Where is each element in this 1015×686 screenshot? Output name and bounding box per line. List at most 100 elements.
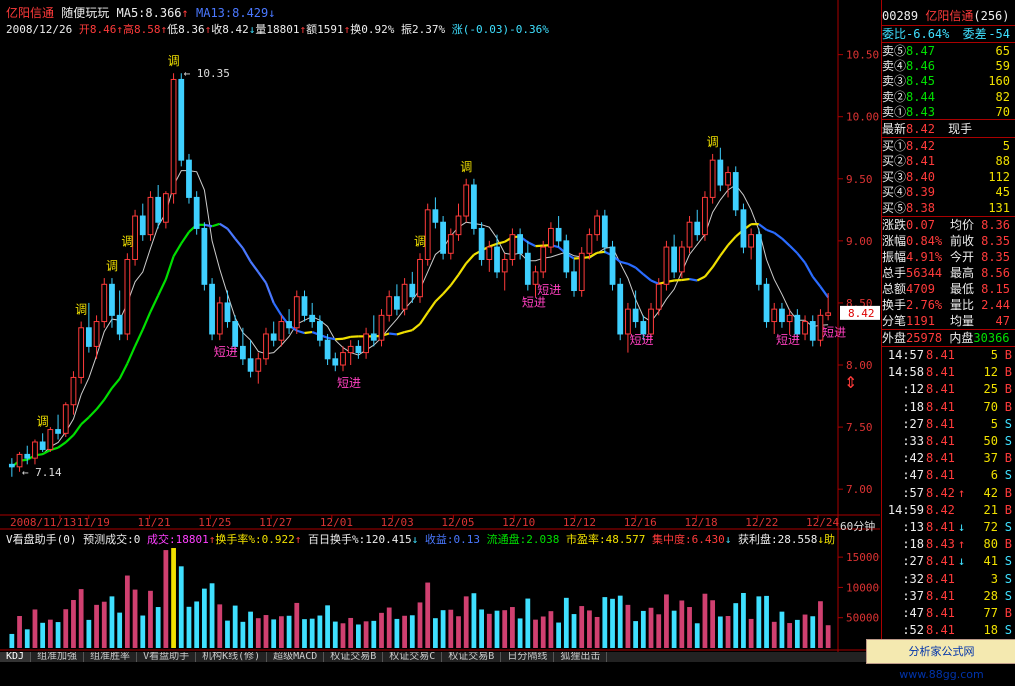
candle-body xyxy=(549,228,554,247)
min-price-label: ← 7.14 xyxy=(22,466,62,479)
candle-body xyxy=(772,309,777,321)
volume-bar xyxy=(86,620,91,648)
stat-label: 最高 xyxy=(950,265,974,281)
x-tick-label: 12/03 xyxy=(381,516,414,529)
tab-item[interactable]: 狐狸出击 xyxy=(554,652,607,662)
ask-price: 8.44 xyxy=(906,90,935,104)
tab-item[interactable]: V看盘助手 xyxy=(137,652,196,662)
volume-bar xyxy=(595,617,600,648)
tick-row: :478.4177B xyxy=(882,605,1015,622)
volume-bar xyxy=(410,615,415,648)
candle-body xyxy=(741,210,746,247)
tick-price: 8.41 xyxy=(926,364,955,381)
panel-stock-name: 亿阳信通 xyxy=(925,9,973,23)
latest-row: 最新8.42 现手 xyxy=(882,121,1015,137)
volume-bar xyxy=(610,599,615,648)
candle-body xyxy=(63,405,68,434)
volume-bar xyxy=(626,605,631,648)
volume-bar xyxy=(633,621,638,648)
volume-bar xyxy=(9,634,14,648)
bid-row: 买②8.4188 xyxy=(882,153,1015,169)
tick-row: :278.41↓41S xyxy=(882,553,1015,570)
tab-item[interactable]: 机构K线(修) xyxy=(196,652,267,662)
tab-item[interactable]: 组准胜率 xyxy=(84,652,137,662)
candle-body xyxy=(364,334,369,353)
ma13-segment xyxy=(597,252,605,253)
candle-body xyxy=(110,284,115,315)
latest-price: 8.42 xyxy=(906,122,935,136)
tick-side: S xyxy=(1005,433,1012,450)
volume-bar xyxy=(217,604,222,648)
resize-arrow-icon: ⇕ xyxy=(844,373,857,392)
ask-label: 卖⑤ xyxy=(882,44,906,58)
tick-arrow-icon: ↓ xyxy=(958,519,965,536)
chart-area[interactable]: 10.5010.009.509.008.508.007.507.00150000… xyxy=(0,0,880,662)
volume-bar xyxy=(156,607,161,648)
candle-body xyxy=(418,259,423,296)
stat-row: 振幅4.91%今开8.35 xyxy=(882,249,1015,265)
ma13-segment xyxy=(682,279,690,280)
candle-body xyxy=(564,241,569,272)
tick-volume: 50 xyxy=(984,433,998,450)
volume-bar xyxy=(341,623,346,648)
candlestick-chart[interactable]: 10.5010.009.509.008.508.007.507.00150000… xyxy=(0,0,880,662)
tick-time: :13 xyxy=(902,519,924,536)
stat-label: 今开 xyxy=(950,249,974,265)
candle-body xyxy=(156,197,161,222)
volume-bar xyxy=(348,618,353,648)
volume-bar xyxy=(672,611,677,648)
bar-change: 涨(-0.03)-0.36% xyxy=(452,23,549,36)
volume-bar xyxy=(464,596,469,648)
signal-label: 调 xyxy=(106,259,118,273)
stat-value: 0.07 xyxy=(906,218,935,232)
formula-name: 随便玩玩 xyxy=(61,6,109,20)
volume-bar xyxy=(741,593,746,648)
tick-volume: 41 xyxy=(984,553,998,570)
tick-price: 8.42 xyxy=(926,502,955,519)
tick-price: 8.41 xyxy=(926,381,955,398)
bid-volume: 131 xyxy=(988,200,1010,216)
volume-indicator-bar: V看盘助手(0) 预测成交:0 成交:18801↑换手率%:0.922↑ 百日换… xyxy=(6,531,835,547)
candle-body xyxy=(94,322,99,347)
latest-hand-label: 现手 xyxy=(948,122,972,136)
tab-item[interactable]: KDJ xyxy=(0,652,31,662)
profit-arrow-icon: ↓ xyxy=(817,533,824,546)
header-line-1: 亿阳信通 随便玩玩 MA5:8.366↑ MA13:8.429↓ xyxy=(6,4,275,21)
volume-bar xyxy=(395,619,400,648)
tick-price: 8.41 xyxy=(926,399,955,416)
tab-item[interactable]: 权证交易C xyxy=(383,652,442,662)
tick-price: 8.41 xyxy=(926,519,955,536)
volume-bar xyxy=(718,616,723,648)
candle-body xyxy=(187,160,192,197)
ask-row: 卖⑤8.4765 xyxy=(882,43,1015,59)
volume-bar xyxy=(233,606,238,648)
tab-item[interactable]: 权证交易B xyxy=(442,652,501,662)
volume-bar xyxy=(248,612,253,648)
volume-bar xyxy=(502,610,507,648)
tab-item[interactable]: 超级MACD xyxy=(267,652,324,662)
tick-time: 14:58 xyxy=(888,364,924,381)
tick-arrow-icon: ↓ xyxy=(958,553,965,570)
candle-body xyxy=(649,309,654,334)
x-tick-label: 11/19 xyxy=(77,516,110,529)
tab-item[interactable]: 组准加强 xyxy=(31,652,84,662)
tick-side: B xyxy=(1005,347,1012,364)
tab-item[interactable]: 日分隔线 xyxy=(501,652,554,662)
bid-volume: 5 xyxy=(1003,138,1010,154)
volume-bar xyxy=(433,618,438,648)
x-tick-label: 12/24 xyxy=(806,516,839,529)
tick-side: S xyxy=(1005,588,1012,605)
vol-tick-label: 100000 xyxy=(846,581,880,594)
tick-time: 14:59 xyxy=(888,502,924,519)
tick-time: :12 xyxy=(902,381,924,398)
candle-body xyxy=(795,315,800,334)
volume-bar xyxy=(618,596,623,648)
ask-volume: 82 xyxy=(996,89,1010,105)
candle-body xyxy=(626,309,631,334)
tab-item[interactable]: 权证交易B xyxy=(324,652,383,662)
volume-bar xyxy=(795,620,800,648)
tick-side: B xyxy=(1005,399,1012,416)
period-label[interactable]: 60分钟 xyxy=(840,518,875,534)
tick-arrow-icon: ↑ xyxy=(958,536,965,553)
volume-bar xyxy=(710,600,715,648)
